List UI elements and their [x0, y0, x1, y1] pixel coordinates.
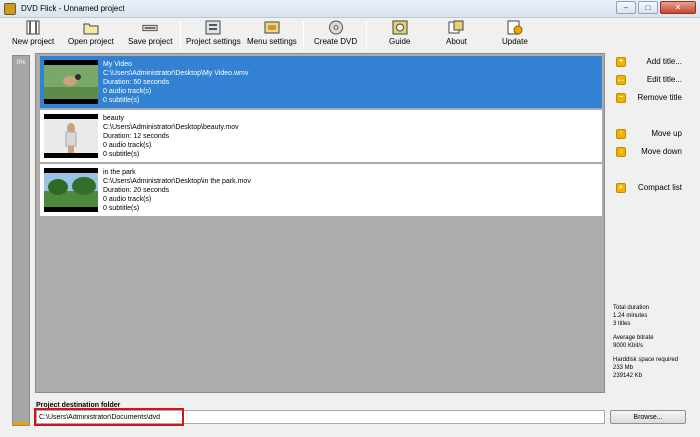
title-bar: DVD Flick - Unnamed project – □ ✕	[0, 0, 700, 18]
new-project-icon	[25, 20, 41, 35]
toolbar-separator	[366, 21, 367, 49]
about-icon	[448, 20, 464, 35]
toolbar-separator	[303, 21, 304, 49]
app-icon	[4, 2, 16, 15]
create-dvd-label: Create DVD	[314, 37, 358, 46]
browse-button[interactable]: Browse...	[610, 410, 686, 424]
guide-icon	[392, 20, 408, 35]
arrow-up-icon: ↑	[616, 128, 626, 139]
title-path: C:\Users\Administrator\Desktop\My Video.…	[103, 70, 249, 77]
destination-folder-label: Project destination folder	[36, 402, 121, 409]
create-dvd-button[interactable]: Create DVD	[314, 20, 357, 51]
title-list[interactable]: My Video C:\Users\Administrator\Desktop\…	[35, 53, 605, 393]
search-icon: ⌕	[616, 182, 626, 193]
title-subtitles: 0 subtitle(s)	[103, 97, 140, 104]
project-settings-label: Project settings	[186, 37, 241, 46]
title-path: C:\Users\Administrator\Desktop\in the pa…	[103, 178, 251, 185]
harddisk-mb: 233 Mb	[613, 365, 634, 371]
menu-settings-button[interactable]: Menu settings	[247, 20, 297, 51]
avg-bitrate-label: Average bitrate	[613, 335, 654, 341]
project-settings-icon	[205, 20, 221, 35]
compact-list-button[interactable]: ⌕ Compact list	[616, 181, 686, 194]
remove-title-label: Remove title	[637, 93, 682, 102]
total-duration-minutes: 1.24 minutes	[613, 313, 648, 319]
project-stats: Total duration 1.24 minutes 3 titles Ave…	[613, 304, 678, 380]
title-duration: Duration: 12 seconds	[103, 133, 170, 140]
plus-icon: +	[616, 56, 626, 67]
title-item[interactable]: My Video C:\Users\Administrator\Desktop\…	[40, 56, 602, 108]
move-up-button[interactable]: ↑ Move up	[616, 127, 686, 140]
about-button[interactable]: About	[446, 20, 467, 51]
video-thumbnail	[44, 114, 98, 158]
title-audio-tracks: 0 audio track(s)	[103, 88, 152, 95]
new-project-button[interactable]: New project	[12, 20, 54, 51]
compact-list-label: Compact list	[637, 183, 682, 192]
save-project-label: Save project	[128, 37, 173, 46]
save-project-button[interactable]: Save project	[128, 20, 172, 51]
arrow-down-icon: ↓	[616, 146, 626, 157]
edit-title-button[interactable]: … Edit title...	[616, 73, 686, 86]
edit-title-label: Edit title...	[646, 75, 682, 84]
update-icon	[507, 20, 523, 35]
encoding-progress-bar: 0%	[12, 55, 30, 426]
title-name: in the park	[103, 169, 136, 176]
close-button[interactable]: ✕	[660, 1, 696, 14]
avg-bitrate-value: 9000 Kbit/s	[613, 343, 644, 349]
window-title: DVD Flick - Unnamed project	[21, 4, 125, 13]
title-name: beauty	[103, 115, 125, 122]
update-label: Update	[502, 37, 528, 46]
menu-settings-label: Menu settings	[247, 37, 297, 46]
title-audio-tracks: 0 audio track(s)	[103, 142, 152, 149]
move-down-button[interactable]: ↓ Move down	[616, 145, 686, 158]
destination-folder-input[interactable]	[36, 410, 605, 424]
guide-button[interactable]: Guide	[389, 20, 410, 51]
folder-icon	[83, 20, 99, 35]
save-icon	[142, 20, 158, 35]
title-duration: Duration: 50 seconds	[103, 79, 170, 86]
video-thumbnail	[44, 168, 98, 212]
project-settings-button[interactable]: Project settings	[186, 20, 241, 51]
title-subtitles: 0 subtitle(s)	[103, 151, 140, 158]
move-up-label: Move up	[651, 129, 682, 138]
move-down-label: Move down	[641, 147, 682, 156]
add-title-label: Add title...	[646, 57, 682, 66]
progress-label: 0%	[16, 60, 26, 66]
toolbar-separator	[180, 21, 181, 49]
title-name: My Video	[103, 61, 133, 68]
progress-fill	[13, 422, 29, 425]
maximize-button[interactable]: □	[638, 1, 658, 14]
title-audio-tracks: 0 audio track(s)	[103, 196, 152, 203]
new-project-label: New project	[12, 37, 55, 46]
title-item[interactable]: beauty C:\Users\Administrator\Desktop\be…	[40, 110, 602, 162]
open-project-label: Open project	[68, 37, 114, 46]
remove-title-button[interactable]: − Remove title	[616, 91, 686, 104]
add-title-button[interactable]: + Add title...	[616, 55, 686, 68]
total-duration-label: Total duration	[613, 305, 650, 311]
minus-icon: −	[616, 92, 626, 103]
harddisk-label: Harddisk space required	[613, 357, 679, 363]
title-duration: Duration: 20 seconds	[103, 187, 170, 194]
window-controls: – □ ✕	[616, 1, 696, 14]
open-project-button[interactable]: Open project	[68, 20, 114, 51]
title-subtitles: 0 subtitle(s)	[103, 205, 140, 212]
harddisk-kb: 239142 Kb	[613, 373, 643, 379]
guide-label: Guide	[389, 37, 411, 46]
update-button[interactable]: Update	[502, 20, 528, 51]
title-item[interactable]: in the park C:\Users\Administrator\Deskt…	[40, 164, 602, 216]
dvd-disc-icon	[328, 20, 344, 35]
video-thumbnail	[44, 60, 98, 104]
menu-settings-icon	[264, 20, 280, 35]
title-path: C:\Users\Administrator\Desktop\beauty.mo…	[103, 124, 239, 131]
total-titles: 3 titles	[613, 321, 631, 327]
edit-icon: …	[616, 74, 626, 85]
toolbar: New project Open project Save project Pr…	[0, 18, 700, 52]
minimize-button[interactable]: –	[616, 1, 636, 14]
about-label: About	[446, 37, 467, 46]
